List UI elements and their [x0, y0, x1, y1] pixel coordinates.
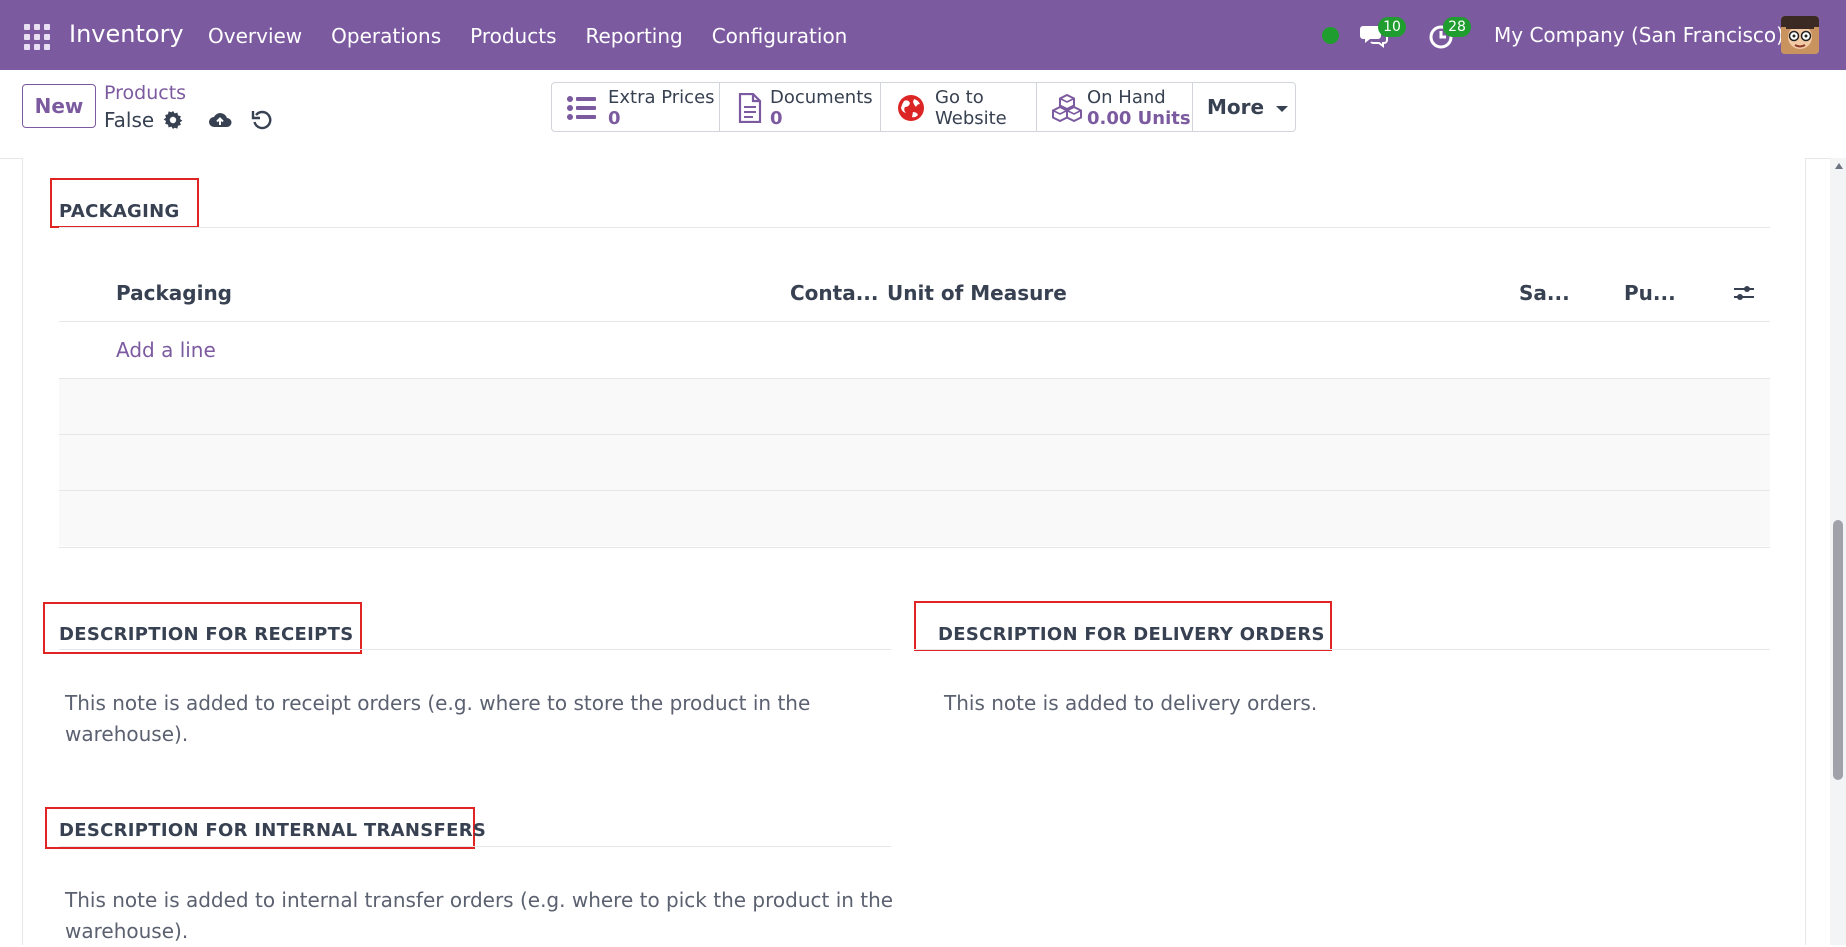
caret-down-icon — [1276, 106, 1288, 112]
internal-note-line1: This note is added to internal transfer … — [65, 888, 894, 912]
more-dropdown-button[interactable]: More — [1193, 83, 1295, 131]
scrollbar-thumb[interactable] — [1833, 520, 1843, 780]
more-label: More — [1207, 95, 1265, 119]
discard-undo-icon[interactable] — [251, 109, 273, 131]
top-navbar: Inventory Overview Operations Products R… — [0, 0, 1846, 70]
website-label-line2: Website — [935, 108, 1007, 129]
col-packaging[interactable]: Packaging — [116, 281, 232, 305]
internal-separator — [59, 846, 891, 847]
menu-configuration[interactable]: Configuration — [712, 24, 848, 48]
delivery-separator — [914, 649, 1770, 650]
messages-badge: 10 — [1378, 17, 1406, 37]
app-grid-icon[interactable] — [24, 24, 50, 50]
packaging-section-title: PACKAGING — [59, 201, 180, 222]
internal-note-field[interactable]: This note is added to internal transfer … — [65, 885, 893, 947]
document-icon — [738, 93, 762, 123]
col-unit-of-measure[interactable]: Unit of Measure — [887, 281, 1067, 305]
go-to-website-button[interactable]: Go to Website — [881, 83, 1037, 131]
extra-prices-value: 0 — [608, 108, 621, 129]
extra-prices-button[interactable]: Extra Prices 0 — [552, 83, 720, 131]
receipts-note-field[interactable]: This note is added to receipt orders (e.… — [65, 688, 810, 750]
documents-label: Documents — [770, 87, 873, 108]
smart-buttons-bar: Extra Prices 0 Documents 0 Go to Website — [551, 82, 1296, 132]
globe-icon — [898, 95, 924, 121]
on-hand-label: On Hand — [1087, 87, 1166, 108]
receipts-note-line2: warehouse). — [65, 722, 189, 746]
documents-value: 0 — [770, 108, 783, 129]
internal-note-line2: warehouse). — [65, 919, 189, 943]
scroll-up-arrow-icon[interactable] — [1835, 163, 1843, 169]
new-button[interactable]: New — [22, 84, 96, 128]
table-header-separator — [59, 321, 1770, 322]
record-name: False — [104, 108, 155, 132]
receipts-section-title: DESCRIPTION FOR RECEIPTS — [59, 624, 354, 645]
table-row — [59, 490, 1770, 546]
on-hand-value: 0.00 Units — [1087, 108, 1191, 129]
gear-icon[interactable] — [163, 110, 183, 130]
receipts-note-line1: This note is added to receipt orders (e.… — [65, 691, 811, 715]
website-label-line1: Go to — [935, 87, 984, 108]
add-a-line-link[interactable]: Add a line — [116, 338, 216, 362]
col-purchase[interactable]: Pu... — [1624, 281, 1676, 305]
main-menu: Overview Operations Products Reporting C… — [208, 24, 876, 48]
cubes-icon — [1052, 93, 1082, 123]
menu-operations[interactable]: Operations — [331, 24, 441, 48]
breadcrumb-products[interactable]: Products — [104, 82, 186, 104]
user-avatar[interactable] — [1781, 16, 1819, 54]
delivery-section-title: DESCRIPTION FOR DELIVERY ORDERS — [938, 624, 1325, 645]
menu-overview[interactable]: Overview — [208, 24, 302, 48]
optional-columns-sliders-icon[interactable] — [1733, 283, 1755, 303]
save-cloud-icon[interactable] — [208, 110, 232, 130]
delivery-note-line1: This note is added to delivery orders. — [944, 691, 1318, 715]
col-contained-quantity[interactable]: Conta... — [790, 281, 879, 305]
table-row — [59, 378, 1770, 434]
delivery-note-field[interactable]: This note is added to delivery orders. — [944, 688, 1317, 719]
activities-badge: 28 — [1443, 17, 1471, 37]
on-hand-button[interactable]: On Hand 0.00 Units — [1037, 83, 1193, 131]
list-icon — [567, 96, 596, 120]
extra-prices-label: Extra Prices — [608, 87, 715, 108]
col-sales[interactable]: Sa... — [1519, 281, 1570, 305]
table-bottom-separator — [59, 547, 1770, 548]
menu-products[interactable]: Products — [470, 24, 556, 48]
receipts-separator — [59, 649, 891, 650]
table-row — [59, 434, 1770, 490]
app-name[interactable]: Inventory — [69, 20, 184, 48]
company-switcher[interactable]: My Company (San Francisco) — [1494, 23, 1784, 47]
menu-reporting[interactable]: Reporting — [585, 24, 682, 48]
control-panel: New Products False Extra Prices 0 Docume… — [0, 70, 1846, 159]
internal-section-title: DESCRIPTION FOR INTERNAL TRANSFERS — [59, 820, 487, 841]
documents-button[interactable]: Documents 0 — [720, 83, 881, 131]
presence-status-icon — [1322, 27, 1339, 44]
packaging-separator — [59, 227, 1770, 228]
